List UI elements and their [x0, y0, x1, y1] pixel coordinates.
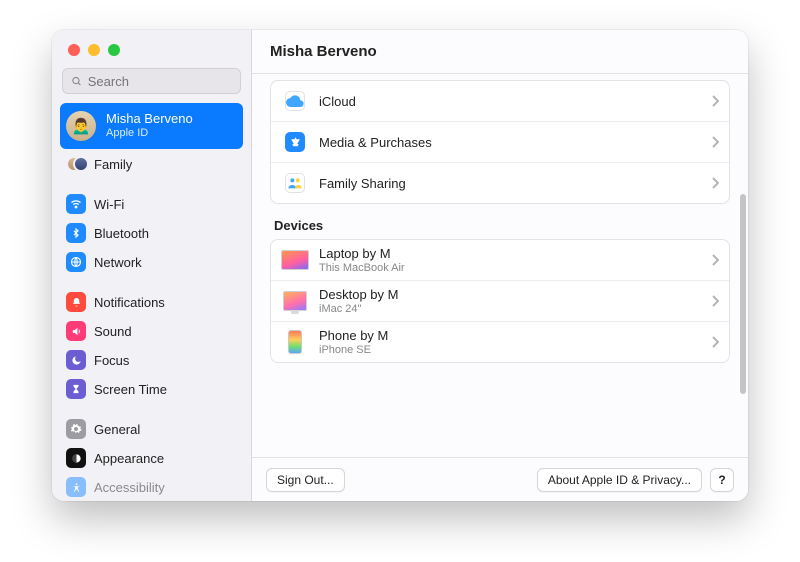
main-panel: Misha Berveno iCloud Media & Purchases	[252, 30, 748, 501]
family-sharing-icon	[285, 173, 305, 193]
sidebar-item-label: Accessibility	[94, 480, 165, 495]
sidebar-item-family[interactable]: Family	[60, 150, 243, 178]
apple-id-services-group: iCloud Media & Purchases Family Sharing	[270, 80, 730, 204]
help-button[interactable]: ?	[710, 468, 734, 492]
sidebar-item-notifications[interactable]: Notifications	[60, 288, 243, 316]
search-field[interactable]	[62, 68, 241, 94]
chevron-right-icon	[711, 254, 719, 266]
device-name: Phone by M	[319, 328, 705, 343]
search-input[interactable]	[88, 74, 232, 89]
macbook-icon	[281, 250, 309, 270]
imac-icon	[283, 291, 307, 311]
device-row[interactable]: Laptop by M This MacBook Air	[271, 240, 729, 280]
moon-icon	[66, 350, 86, 370]
hourglass-icon	[66, 379, 86, 399]
devices-group: Laptop by M This MacBook Air Desktop by …	[270, 239, 730, 363]
device-name: Laptop by M	[319, 246, 705, 261]
zoom-window-button[interactable]	[108, 44, 120, 56]
scrollbar-thumb[interactable]	[740, 194, 746, 394]
profile-subtitle: Apple ID	[106, 127, 193, 140]
sidebar-item-label: Family	[94, 157, 132, 172]
devices-section-title: Devices	[274, 218, 726, 233]
gear-icon	[66, 419, 86, 439]
about-apple-id-privacy-button[interactable]: About Apple ID & Privacy...	[537, 468, 702, 492]
bell-icon	[66, 292, 86, 312]
chevron-right-icon	[711, 295, 719, 307]
appstore-icon	[285, 132, 305, 152]
content-area: iCloud Media & Purchases Family Sharing	[252, 74, 748, 457]
page-title: Misha Berveno	[252, 30, 748, 74]
sidebar-item-label: Focus	[94, 353, 129, 368]
sidebar-item-screen-time[interactable]: Screen Time	[60, 375, 243, 403]
sidebar: 🙍‍♂️ Misha Berveno Apple ID Family Wi-Fi	[52, 30, 252, 501]
row-label: Media & Purchases	[319, 135, 432, 150]
chevron-right-icon	[711, 95, 719, 107]
sidebar-item-label: Network	[94, 255, 142, 270]
minimize-window-button[interactable]	[88, 44, 100, 56]
sidebar-item-accessibility[interactable]: Accessibility	[60, 473, 243, 501]
row-label: iCloud	[319, 94, 356, 109]
sidebar-item-general[interactable]: General	[60, 415, 243, 443]
window-controls	[52, 30, 251, 68]
wifi-icon	[66, 194, 86, 214]
family-icon	[66, 154, 86, 174]
sidebar-item-label: Screen Time	[94, 382, 167, 397]
sidebar-item-label: Bluetooth	[94, 226, 149, 241]
row-family-sharing[interactable]: Family Sharing	[271, 162, 729, 203]
scrollbar[interactable]	[740, 194, 746, 414]
sidebar-item-label: Notifications	[94, 295, 165, 310]
chevron-right-icon	[711, 136, 719, 148]
sidebar-item-appearance[interactable]: Appearance	[60, 444, 243, 472]
sidebar-item-bluetooth[interactable]: Bluetooth	[60, 219, 243, 247]
bluetooth-icon	[66, 223, 86, 243]
system-settings-window: 🙍‍♂️ Misha Berveno Apple ID Family Wi-Fi	[52, 30, 748, 501]
row-icloud[interactable]: iCloud	[271, 81, 729, 121]
search-icon	[71, 75, 82, 87]
iphone-icon	[288, 330, 302, 354]
device-name: Desktop by M	[319, 287, 705, 302]
device-sub: iMac 24"	[319, 303, 705, 315]
sidebar-item-network[interactable]: Network	[60, 248, 243, 276]
close-window-button[interactable]	[68, 44, 80, 56]
sidebar-list: 🙍‍♂️ Misha Berveno Apple ID Family Wi-Fi	[52, 102, 251, 501]
device-sub: This MacBook Air	[319, 262, 705, 274]
row-media-purchases[interactable]: Media & Purchases	[271, 121, 729, 162]
sidebar-item-wifi[interactable]: Wi-Fi	[60, 190, 243, 218]
avatar: 🙍‍♂️	[66, 111, 96, 141]
sidebar-item-focus[interactable]: Focus	[60, 346, 243, 374]
device-row[interactable]: Phone by M iPhone SE	[271, 321, 729, 362]
chevron-right-icon	[711, 177, 719, 189]
speaker-icon	[66, 321, 86, 341]
network-icon	[66, 252, 86, 272]
profile-name: Misha Berveno	[106, 112, 193, 127]
footer-bar: Sign Out... About Apple ID & Privacy... …	[252, 457, 748, 501]
accessibility-icon	[66, 477, 86, 497]
icloud-icon	[285, 91, 305, 111]
sign-out-button[interactable]: Sign Out...	[266, 468, 345, 492]
device-sub: iPhone SE	[319, 344, 705, 356]
row-label: Family Sharing	[319, 176, 406, 191]
sidebar-item-label: General	[94, 422, 140, 437]
chevron-right-icon	[711, 336, 719, 348]
sidebar-item-apple-id[interactable]: 🙍‍♂️ Misha Berveno Apple ID	[60, 103, 243, 149]
sidebar-item-label: Wi-Fi	[94, 197, 124, 212]
device-row[interactable]: Desktop by M iMac 24"	[271, 280, 729, 321]
sidebar-item-label: Appearance	[94, 451, 164, 466]
sidebar-item-label: Sound	[94, 324, 132, 339]
sidebar-item-sound[interactable]: Sound	[60, 317, 243, 345]
appearance-icon	[66, 448, 86, 468]
